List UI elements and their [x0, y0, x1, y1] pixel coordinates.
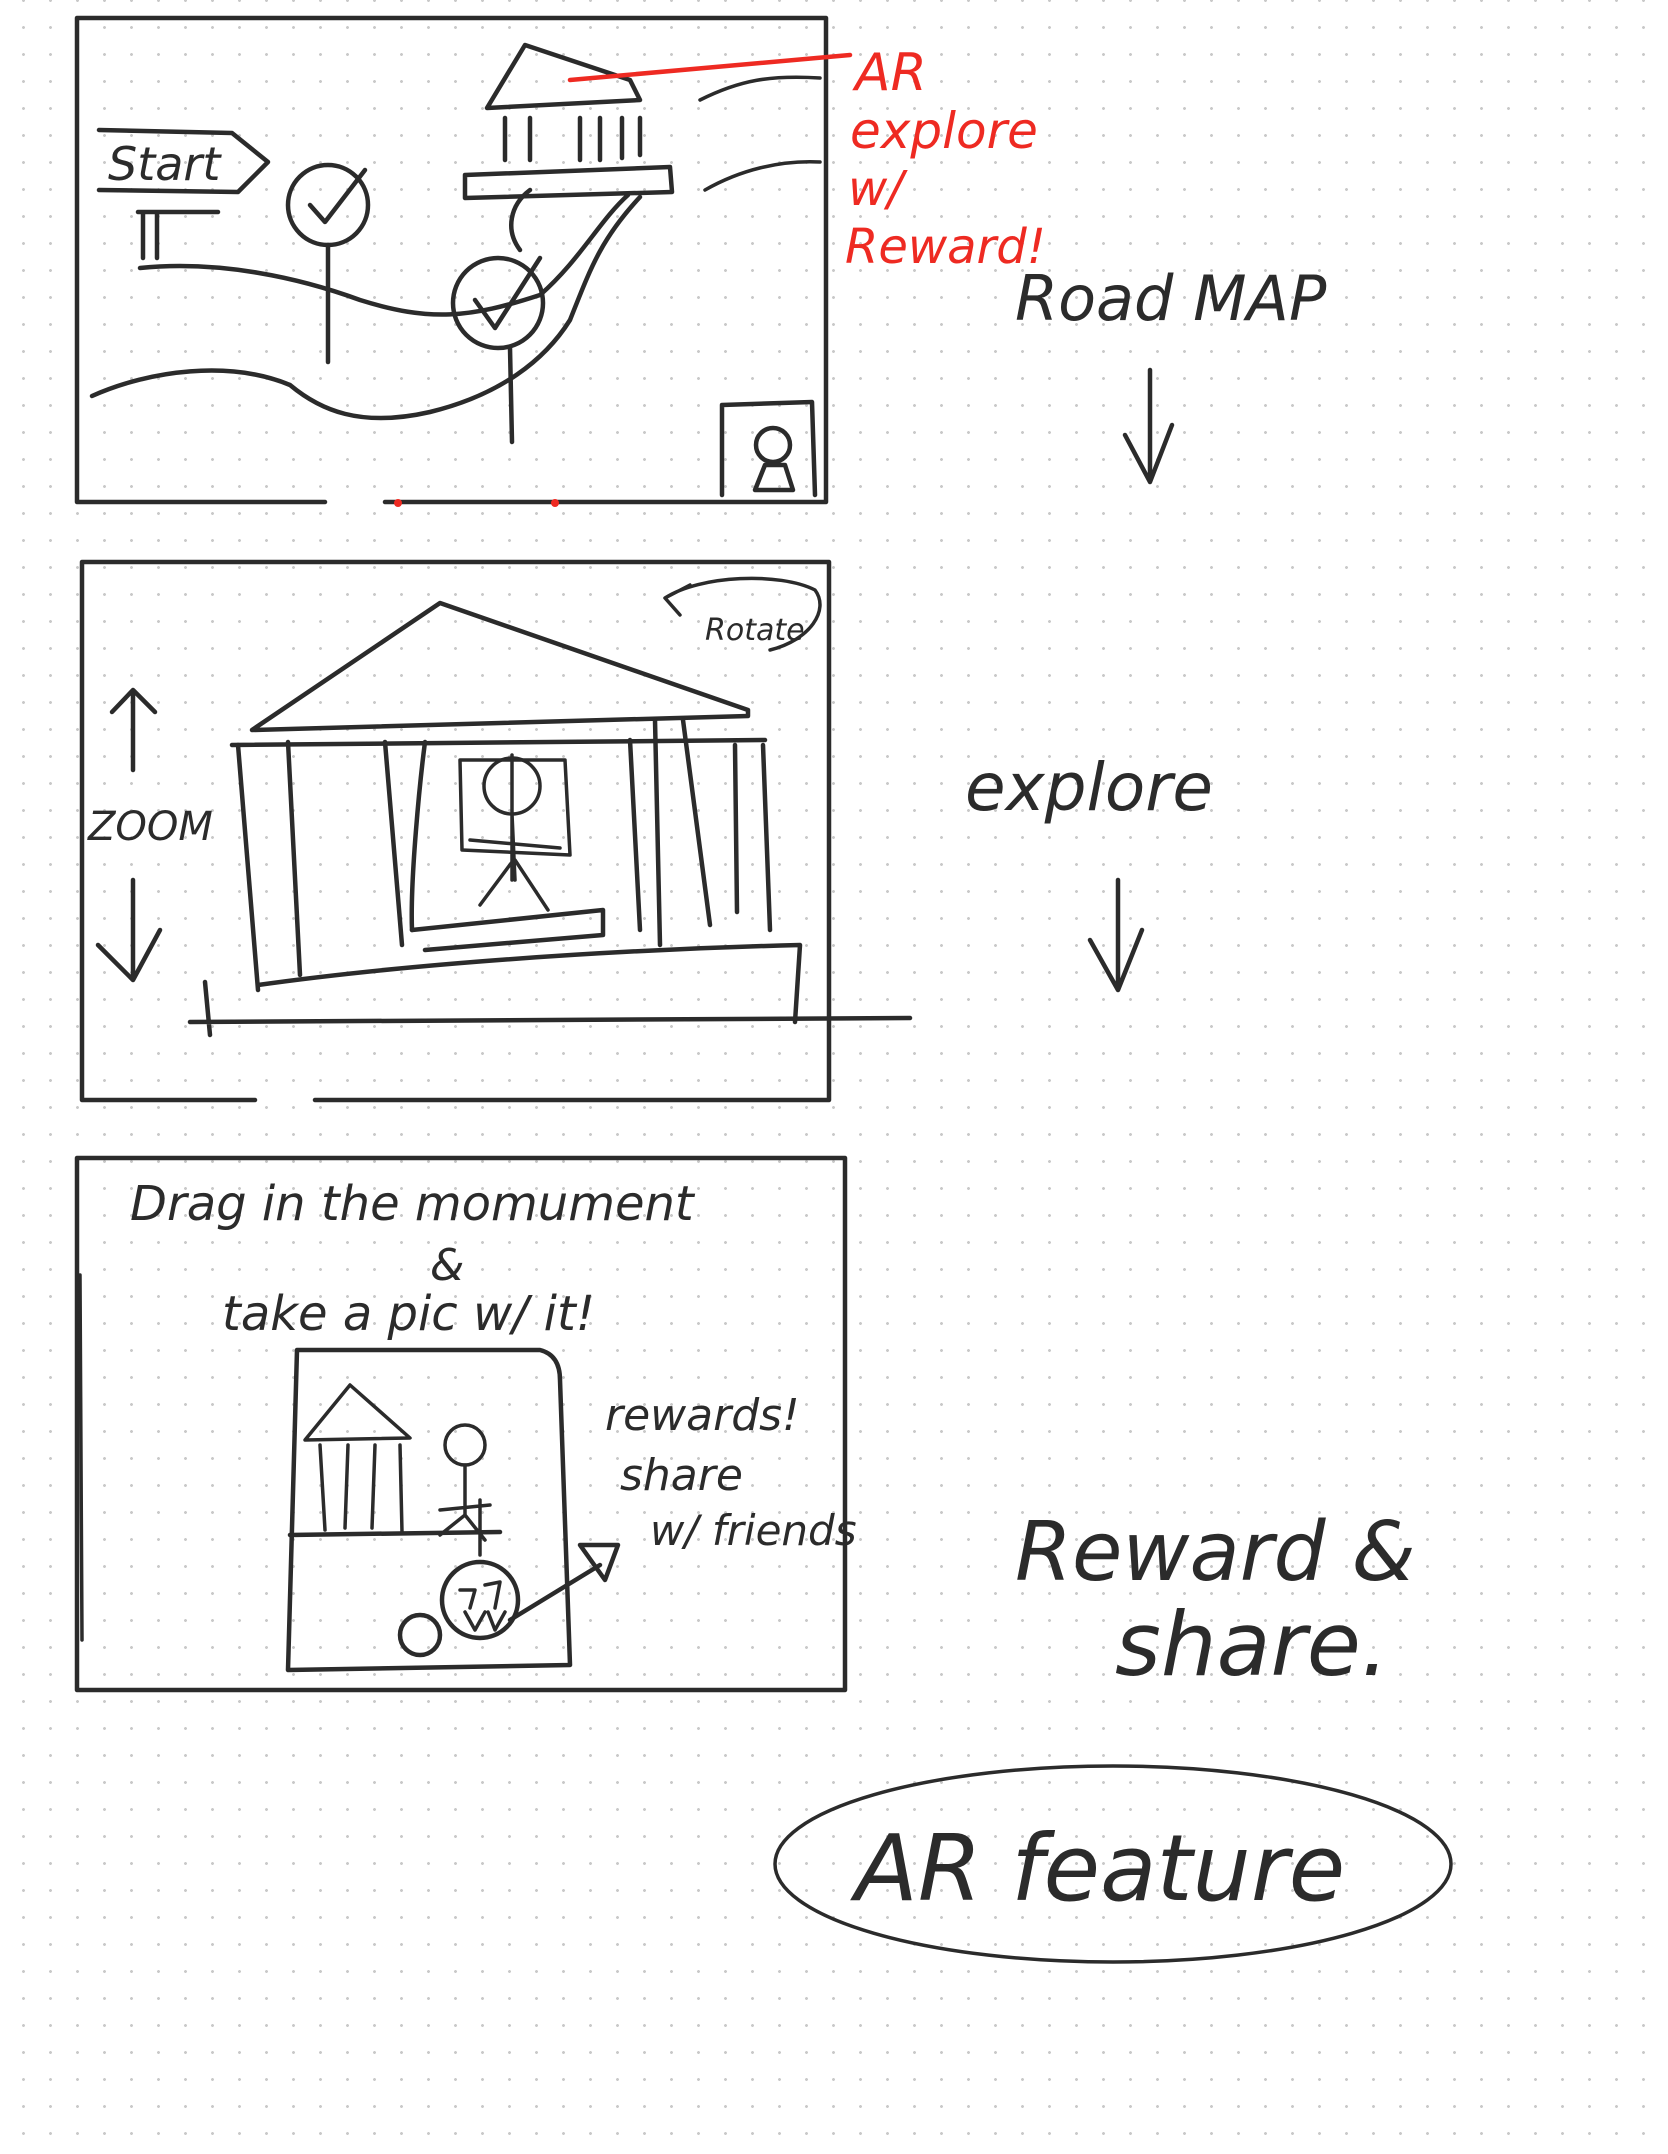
- arrow-down-icon: [1087, 877, 1145, 993]
- temple-icon: [187, 600, 913, 1038]
- ar-annotation: AR explore w/ Reward!: [845, 43, 1046, 275]
- step-road-map: Road MAP: [1015, 262, 1327, 335]
- mountain-lines: [698, 75, 822, 192]
- step-explore: explore: [965, 749, 1213, 826]
- note-friends: w/ friends: [650, 1506, 857, 1555]
- photo-preview: [285, 1347, 621, 1673]
- frame-drag-pic: Drag in the momument & take a pic w/ it!…: [74, 1155, 857, 1693]
- arrow-down-icon: [1122, 367, 1175, 485]
- arrow-up-icon[interactable]: [109, 687, 158, 773]
- step-reward-line-1: Reward &: [1015, 1505, 1416, 1600]
- note-share: share: [620, 1450, 743, 1501]
- step-reward-line-2: share.: [1115, 1593, 1389, 1696]
- note-rewards: rewards!: [605, 1390, 800, 1441]
- storyboard-canvas: Start AR explore w/ Reward! Road MAP Rot…: [74, 15, 1453, 1964]
- svg-text:AR: AR: [852, 43, 927, 103]
- temple-icon: [462, 42, 675, 201]
- instruction-line-2: &: [430, 1240, 464, 1291]
- svg-text:explore: explore: [850, 102, 1038, 160]
- road-lower: [89, 194, 643, 421]
- frame-road-map: Start AR explore w/ Reward!: [74, 15, 1046, 507]
- checkmark-icon: [285, 162, 371, 365]
- arrow-down-icon[interactable]: [95, 877, 163, 983]
- instruction-line-1: Drag in the momument: [130, 1176, 696, 1232]
- capture-button[interactable]: [397, 1612, 443, 1658]
- frame-3-side-stroke: [78, 1273, 84, 1642]
- checkmark-icon: [450, 255, 546, 445]
- reward-icon[interactable]: [439, 1559, 521, 1641]
- rotate-label: Rotate: [705, 613, 805, 648]
- feature-label: AR feature: [850, 1815, 1345, 1922]
- frame-explore: Rotate ZOOM: [79, 559, 913, 1103]
- svg-text:w/: w/: [848, 161, 908, 217]
- frame-1-border: [74, 15, 829, 505]
- instruction-line-3: take a pic w/ it!: [222, 1286, 595, 1342]
- avatar-icon[interactable]: [719, 399, 818, 498]
- red-dot: [551, 499, 559, 507]
- start-sign-label: Start: [108, 137, 222, 191]
- red-dot: [394, 499, 402, 507]
- road-edge: [509, 187, 533, 253]
- zoom-label: ZOOM: [87, 804, 213, 850]
